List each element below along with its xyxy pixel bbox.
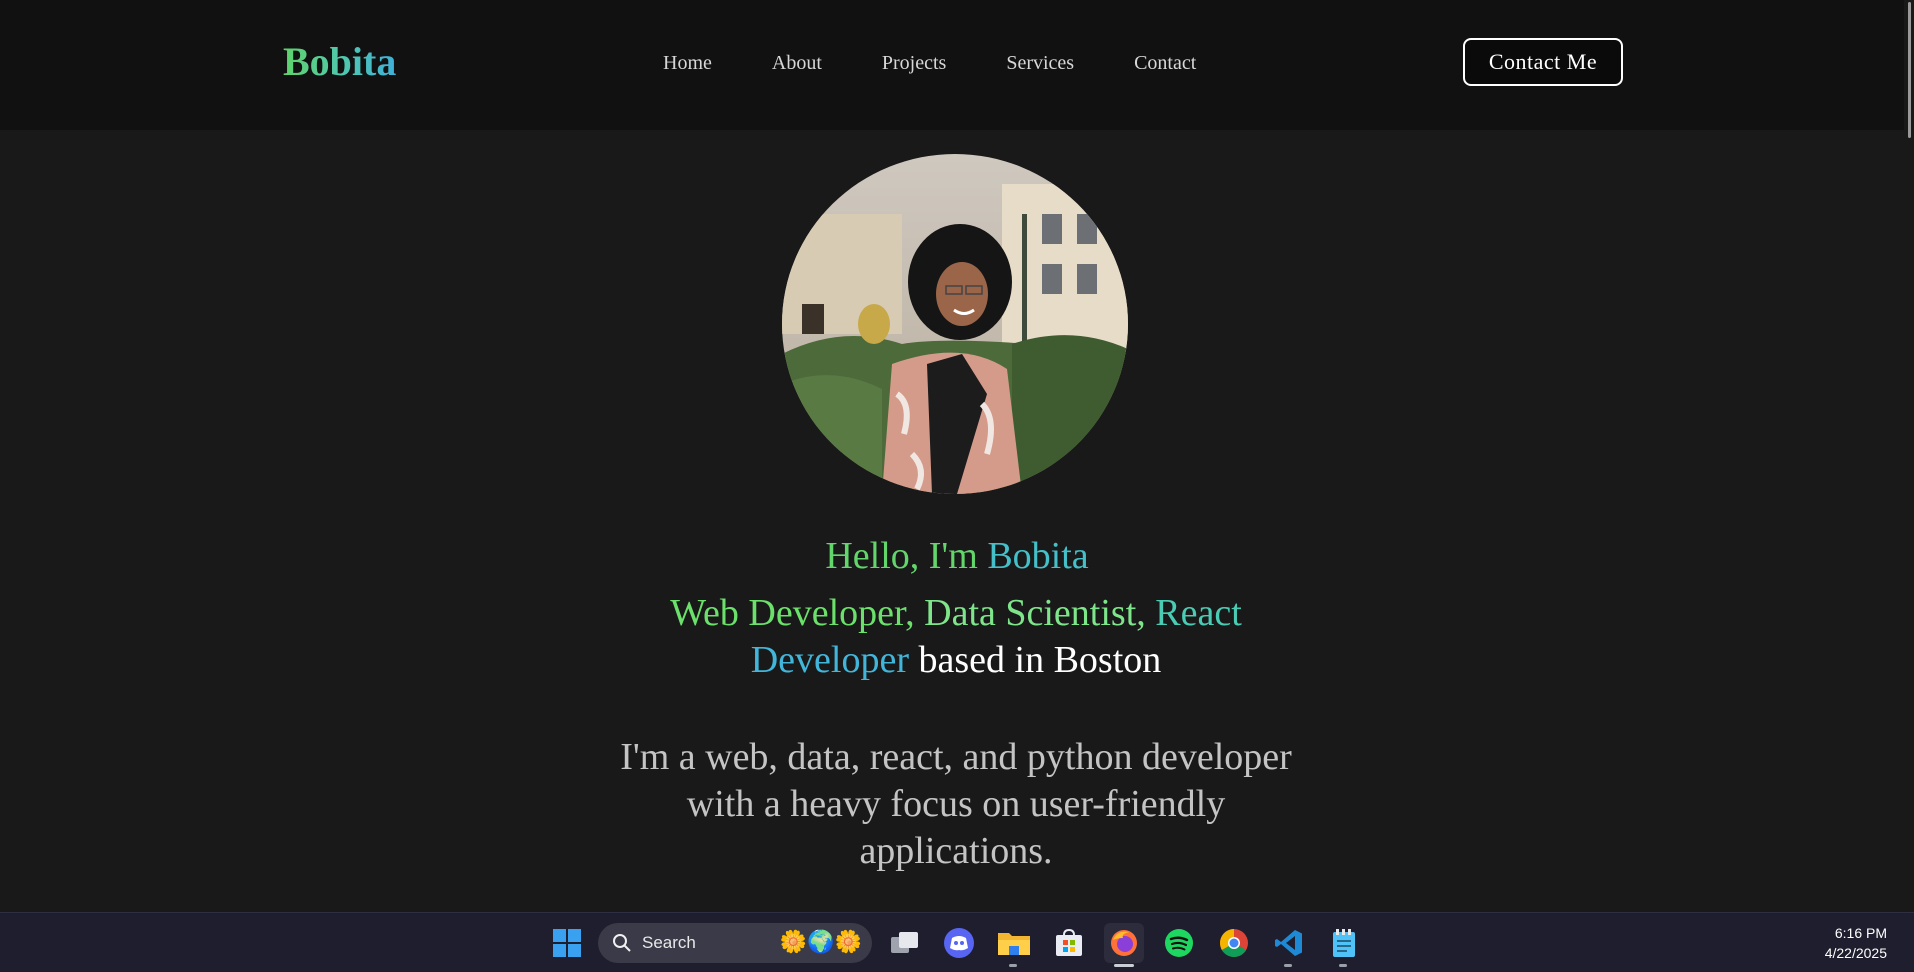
hero-bio: I'm a web, data, react, and python devel… [620, 736, 1292, 872]
profile-photo-illustration [782, 154, 1128, 494]
contact-me-button[interactable]: Contact Me [1463, 38, 1623, 86]
hero-roles: Web Developer, Data Scientist, React Deve… [620, 590, 1292, 684]
role-location: based in Boston [908, 639, 1162, 681]
nav-link-contact[interactable]: Contact [1134, 52, 1196, 75]
page-scrollbar[interactable] [1904, 0, 1914, 912]
nav-link-services[interactable]: Services [1006, 52, 1074, 75]
running-indicator [1284, 964, 1292, 967]
taskbar-search[interactable]: Search 🌼🌍🌼 [598, 923, 872, 963]
running-indicator [1339, 964, 1347, 967]
chrome-icon[interactable] [1214, 923, 1254, 963]
earth-day-icon: 🌼🌍🌼 [779, 929, 862, 954]
scrollbar-thumb[interactable] [1908, 2, 1911, 138]
portfolio-page: Bobita Home About Projects Services Cont… [0, 0, 1914, 912]
firefox-icon[interactable] [1104, 923, 1144, 963]
site-logo[interactable]: Bobita [283, 38, 396, 85]
active-indicator [1114, 964, 1134, 967]
navbar: Bobita Home About Projects Services Cont… [0, 0, 1904, 130]
discord-icon[interactable] [939, 923, 979, 963]
clock-time: 6:16 PM [1834, 925, 1887, 941]
profile-photo [782, 154, 1128, 494]
role-data-scientist: Data Scientist, [914, 592, 1146, 634]
nav-link-home[interactable]: Home [663, 52, 712, 75]
clock-date: 4/22/2025 [1824, 945, 1887, 961]
search-icon [613, 934, 631, 952]
notepad-icon[interactable] [1324, 923, 1364, 963]
greeting-prefix: Hello, I'm [825, 535, 988, 577]
role-react: React [1145, 592, 1242, 634]
file-explorer-icon[interactable] [994, 923, 1034, 963]
nav-link-about[interactable]: About [772, 52, 822, 75]
running-indicator [1009, 964, 1017, 967]
greeting-name: Bobita [987, 535, 1089, 577]
nav-link-projects[interactable]: Projects [882, 52, 946, 75]
role-web-developer: Web Developer, [670, 592, 915, 634]
role-developer: Developer [750, 639, 909, 681]
task-view-icon[interactable] [885, 923, 925, 963]
system-clock[interactable]: 6:16 PM 4/22/2025 [1825, 923, 1887, 963]
search-label: Search [642, 933, 696, 952]
windows-taskbar: Search 🌼🌍🌼 6:16 PM 4/22/2025 [0, 912, 1914, 972]
vscode-icon[interactable] [1269, 923, 1309, 963]
start-icon[interactable] [547, 923, 587, 963]
microsoft-store-icon[interactable] [1049, 923, 1089, 963]
nav-links: Home About Projects Services Contact [663, 52, 1196, 75]
spotify-icon[interactable] [1159, 923, 1199, 963]
hero-greeting: Hello, I'm Bobita [0, 534, 1914, 578]
